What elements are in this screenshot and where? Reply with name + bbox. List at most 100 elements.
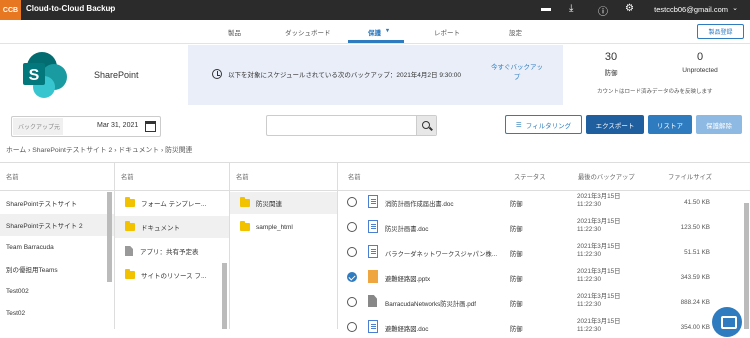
- col-status[interactable]: ステータス: [514, 172, 545, 181]
- main-nav: 製品 ダッシュボード 保護 ▾ レポート 設定 製品登録: [0, 20, 750, 44]
- column-header[interactable]: 名前: [0, 163, 114, 191]
- list-item[interactable]: Team Barracuda: [0, 236, 114, 258]
- filter-label: フィルタリング: [525, 122, 572, 130]
- list-item[interactable]: SharePointテストサイト: [0, 192, 114, 214]
- list-item[interactable]: sample_html: [230, 216, 337, 238]
- stats-panel: 30 防御 0 Unprotected カウントはロード済みデータのみを反映しま…: [563, 45, 750, 105]
- backup-date: 2021年3月15日: [577, 293, 621, 300]
- file-name[interactable]: 消防計画作成届出書.doc: [385, 199, 510, 208]
- backup-date: 2021年3月15日: [577, 193, 621, 200]
- list-item[interactable]: ドキュメント: [115, 216, 229, 238]
- file-name[interactable]: 避難経路図.doc: [385, 324, 510, 333]
- export-button[interactable]: エクスポート: [586, 115, 644, 134]
- gear-icon[interactable]: ⚙: [625, 3, 634, 14]
- nav-protection[interactable]: 保護: [368, 27, 381, 37]
- folder-icon: [240, 221, 250, 231]
- file-size: 343.59 KB: [680, 274, 710, 281]
- file-name[interactable]: BarracudaNetworks防災計画.pdf: [385, 299, 510, 308]
- row-select-radio[interactable]: [347, 297, 357, 307]
- filter-button[interactable]: ☰ フィルタリング: [505, 115, 582, 134]
- backup-now-link[interactable]: 今すぐバックアップ: [488, 63, 546, 83]
- date-label: バックアップ元: [13, 118, 63, 135]
- sharepoint-panel: S SharePoint: [0, 45, 188, 105]
- list-item[interactable]: サイトのリソース フ...: [115, 264, 229, 286]
- file-backup-date: 2021年3月15日 11:22:30: [577, 193, 620, 209]
- file-backup-date: 2021年3月15日 11:22:30: [577, 293, 620, 309]
- row-select-radio[interactable]: [347, 272, 357, 282]
- date-value[interactable]: Mar 31, 2021: [97, 122, 138, 129]
- file-backup-date: 2021年3月15日 11:22:30: [577, 318, 620, 334]
- file-name[interactable]: 避難経路図.pptx: [385, 274, 510, 283]
- table-row[interactable]: 防災計画書.doc 防御 2021年3月15日 11:22:30 123.50 KB: [338, 217, 743, 238]
- row-select-radio[interactable]: [347, 247, 357, 257]
- folder-icon: [240, 197, 250, 207]
- user-account[interactable]: testccb06@gmail.com: [654, 5, 728, 14]
- calendar-icon[interactable]: [145, 121, 156, 132]
- file-name[interactable]: 防災計画書.doc: [385, 224, 510, 233]
- scrollbar[interactable]: [744, 203, 749, 329]
- schedule-text: 以下を対象にスケジュールされている次のバックアップ：2021年4月2日 9:30…: [228, 72, 462, 79]
- chat-bubble-icon[interactable]: [712, 307, 742, 337]
- list-item[interactable]: アプリ：共有予定表: [115, 240, 229, 262]
- list-item-label: sample_html: [256, 223, 293, 231]
- hero-panel: S SharePoint 以下を対象にスケジュールされている次のバックアップ：2…: [0, 45, 750, 105]
- libraries-column: 名前 フォーム テンプレー... ドキュメント アプリ：共有予定表 サイトのリソ…: [115, 163, 230, 329]
- col-name[interactable]: 名前: [348, 174, 361, 181]
- backup-date: 2021年3月15日: [577, 243, 621, 250]
- backup-date: 2021年3月15日: [577, 218, 621, 225]
- chevron-down-icon[interactable]: ⌄: [732, 4, 738, 12]
- product-register-button[interactable]: 製品登録: [697, 24, 744, 39]
- breadcrumb[interactable]: ホーム › SharePointテストサイト 2 › ドキュメント › 防災関連: [6, 144, 192, 154]
- backup-date-picker[interactable]: バックアップ元 Mar 31, 2021: [11, 116, 161, 137]
- row-select-radio[interactable]: [347, 197, 357, 207]
- pdf-file-icon: [368, 295, 377, 307]
- row-select-radio[interactable]: [347, 222, 357, 232]
- search-input[interactable]: [266, 115, 437, 136]
- col-last-backup[interactable]: 最後のバックアップ: [578, 172, 635, 181]
- list-item[interactable]: SharePointテストサイト 2: [0, 214, 114, 236]
- file-status: 防御: [510, 301, 523, 308]
- help-icon[interactable]: ⓘ: [598, 3, 608, 18]
- table-row[interactable]: 消防計画作成届出書.doc 防御 2021年3月15日 11:22:30 41.50 K…: [338, 192, 743, 213]
- table-row[interactable]: BarracudaNetworks防災計画.pdf 防御 2021年3月15日 11:…: [338, 292, 743, 313]
- doc-file-icon: [368, 220, 378, 233]
- column-header[interactable]: 名前: [230, 163, 337, 191]
- clock-icon: [212, 69, 222, 79]
- file-name[interactable]: バラクーダネットワークスジャパン株...: [385, 249, 510, 258]
- list-item[interactable]: Test02: [0, 302, 114, 324]
- chevron-down-icon[interactable]: ▾: [386, 27, 389, 34]
- table-row[interactable]: バラクーダネットワークスジャパン株... 防御 2021年3月15日 11:22:30…: [338, 242, 743, 263]
- search-button[interactable]: [416, 116, 436, 135]
- file-size: 41.50 KB: [684, 199, 710, 206]
- scrollbar[interactable]: [222, 263, 227, 329]
- list-item[interactable]: Test002: [0, 280, 114, 302]
- chevron-down-icon[interactable]: ⌄: [108, 3, 114, 11]
- active-tab-indicator: [348, 40, 404, 43]
- col-size[interactable]: ファイルサイズ: [668, 172, 712, 181]
- restore-button[interactable]: リストア: [648, 115, 692, 134]
- list-item-label: 防災関連: [256, 201, 282, 208]
- folder-icon: [125, 269, 135, 279]
- nav-dashboard[interactable]: ダッシュボード: [285, 27, 331, 37]
- list-item[interactable]: フォーム テンプレー...: [115, 192, 229, 214]
- list-item[interactable]: 別の優担用Teams: [0, 258, 114, 280]
- chat-icon[interactable]: ▬: [541, 3, 551, 14]
- nav-reports[interactable]: レポート: [434, 27, 460, 37]
- list-item-label: ドキュメント: [141, 225, 180, 232]
- files-table-header: 名前 ステータス 最後のバックアップ ファイルサイズ: [338, 163, 750, 191]
- download-icon[interactable]: ⤓: [569, 3, 573, 14]
- file-status: 防御: [510, 201, 523, 208]
- filter-icon: ☰: [515, 121, 522, 129]
- list-item[interactable]: 防災関連: [230, 192, 337, 214]
- nav-products[interactable]: 製品: [228, 27, 241, 37]
- file-backup-date: 2021年3月15日 11:22:30: [577, 243, 620, 259]
- row-select-radio[interactable]: [347, 322, 357, 332]
- doc-file-icon: [368, 195, 378, 208]
- scrollbar[interactable]: [107, 192, 112, 282]
- unprotect-button[interactable]: 保護解除: [696, 115, 742, 134]
- table-row[interactable]: 避難経路図.pptx 防御 2021年3月15日 11:22:30 343.59 KB: [338, 267, 743, 288]
- file-status: 防御: [510, 326, 523, 333]
- column-header[interactable]: 名前: [115, 163, 229, 191]
- nav-settings[interactable]: 設定: [509, 27, 522, 37]
- app-name[interactable]: Cloud-to-Cloud Backup: [26, 4, 115, 13]
